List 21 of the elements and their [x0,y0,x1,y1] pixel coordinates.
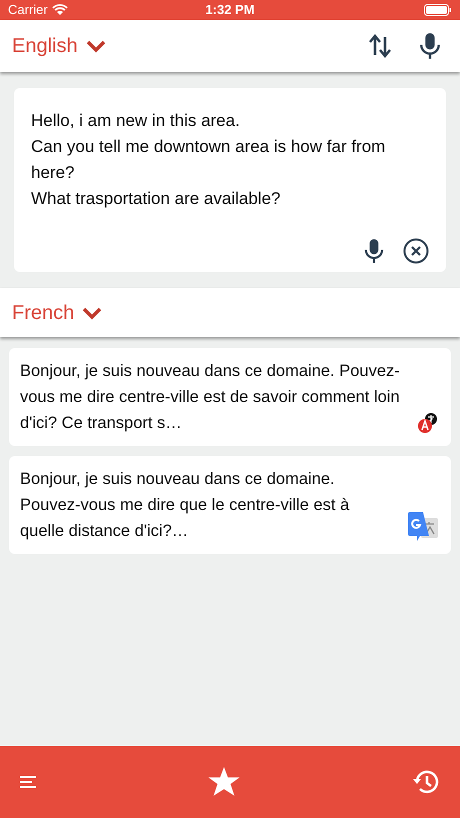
swap-arrows-icon[interactable] [368,33,392,59]
clear-icon[interactable] [403,238,429,264]
chevron-down-icon [82,306,102,320]
carrier-label: Carrier [8,1,48,20]
wifi-icon [52,4,68,16]
clock: 1:32 PM [205,1,255,20]
translation-text: Bonjour, je suis nouveau dans ce domaine. Pouvez-vous me dire que le centre-ville est à quelle distance d'ici?… [20,469,350,542]
source-language-selector[interactable]: English [12,32,106,60]
history-icon[interactable] [412,768,440,796]
source-text: Hello, i am new in this area. Can you tell me downtown area is how far from here? What trasportation are available? [31,110,386,210]
menu-icon[interactable] [20,775,36,789]
star-icon[interactable] [208,767,240,797]
translation-card[interactable]: Bonjour, je suis nouveau dans ce domaine. Pouvez-vous me dire centre-ville est de savoir comment loin d'ici? Ce transport s… [9,348,451,446]
translation-card[interactable]: Bonjour, je suis nouveau dans ce domaine. Pouvez-vous me dire que le centre-ville est à quelle distance d'ici?… [9,456,451,554]
chevron-down-icon [86,39,106,53]
translate-badge-icon [417,412,439,434]
translate-app-icon [407,510,439,542]
source-text-card[interactable]: Hello, i am new in this area. Can you tell me downtown area is how far from here? What trasportation are available? [14,88,446,272]
target-language-selector[interactable]: French [12,298,102,326]
translation-text: Bonjour, je suis nouveau dans ce domaine. Pouvez-vous me dire centre-ville est de savoir comment loin d'ici? Ce transport s… [20,361,401,434]
battery-icon [424,4,452,16]
